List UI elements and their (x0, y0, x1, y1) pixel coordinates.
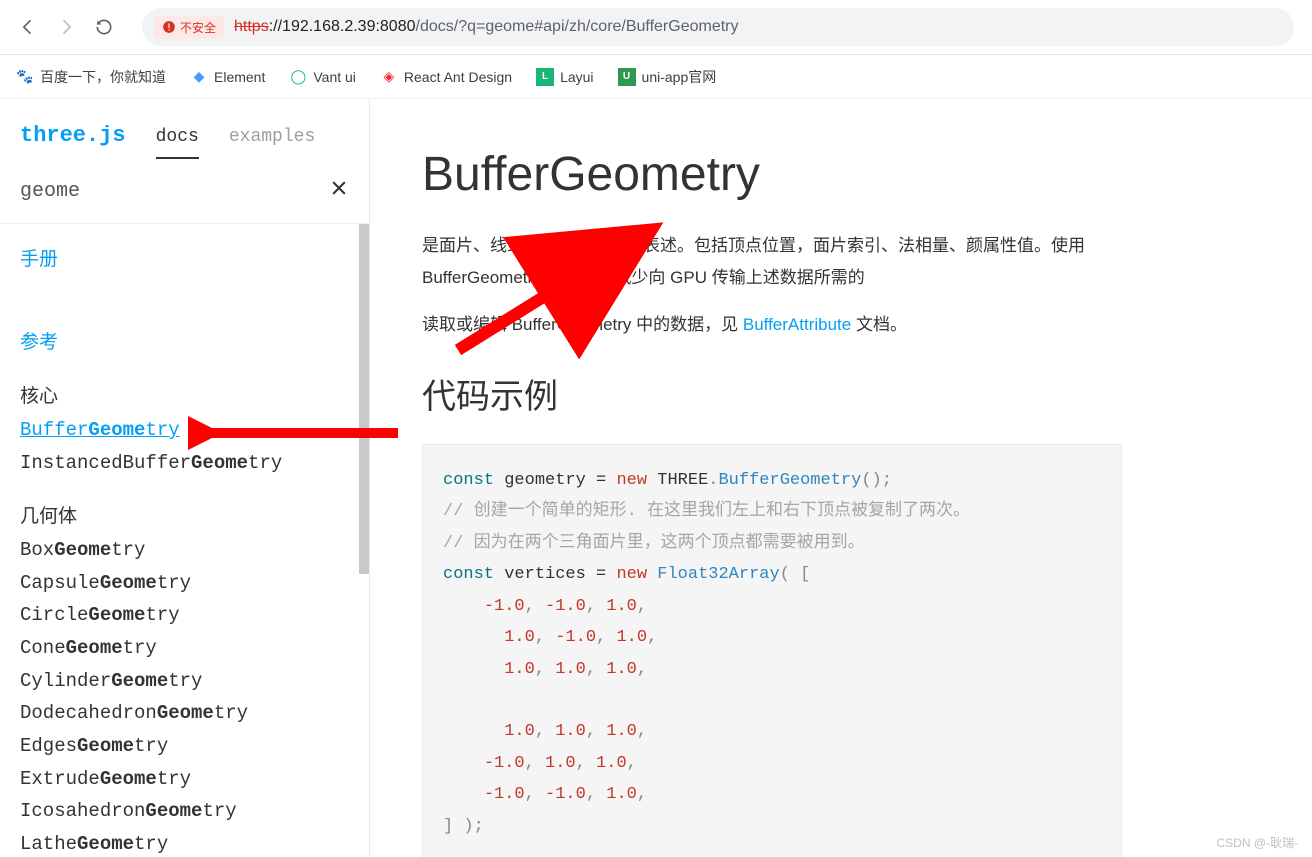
link-buffer-attribute[interactable]: BufferAttribute (743, 315, 851, 334)
description-1: 是面片、线或点几何体的有效表述。包括顶点位置，面片索引、法相量、颜属性值。使用 … (422, 230, 1122, 295)
logo-icon: U (618, 68, 636, 86)
forward-button[interactable] (56, 17, 76, 37)
url-bar[interactable]: 不安全 https://192.168.2.39:8080/docs/?q=ge… (142, 8, 1294, 46)
not-secure-chip: 不安全 (154, 16, 224, 39)
reload-button[interactable] (94, 17, 114, 37)
sidebar-item-conegeometry[interactable]: ConeGeometry (20, 632, 349, 665)
section-code-example: 代码示例 (422, 369, 1312, 418)
watermark: CSDN @-耿瑞- (1216, 834, 1298, 851)
sidebar-nav: 手册 参考 核心 BufferGeometryInstancedBufferGe… (0, 224, 369, 857)
tab-docs[interactable]: docs (156, 127, 199, 159)
scrollbar[interactable] (359, 224, 369, 574)
code-block: const geometry = new THREE.BufferGeometr… (422, 444, 1122, 857)
url-text: https://192.168.2.39:8080/docs/?q=geome#… (234, 18, 738, 36)
bookmark-element[interactable]: ◆Element (190, 68, 265, 86)
sidebar-item-cylindergeometry[interactable]: CylinderGeometry (20, 665, 349, 698)
category-core: 核心 (20, 381, 349, 414)
description-2: 读取或编辑 BufferGeometry 中的数据，见 BufferAttrib… (422, 309, 1122, 341)
back-button[interactable] (18, 17, 38, 37)
main-content: BufferGeometry 是面片、线或点几何体的有效表述。包括顶点位置，面片… (370, 99, 1312, 857)
not-secure-label: 不安全 (180, 19, 216, 36)
sidebar-item-edgesgeometry[interactable]: EdgesGeometry (20, 730, 349, 763)
clear-search-icon[interactable] (329, 177, 349, 205)
sidebar-item-boxgeometry[interactable]: BoxGeometry (20, 534, 349, 567)
logo-icon: ◆ (190, 68, 208, 86)
bookmark-uniapp[interactable]: Uuni-app官网 (618, 67, 717, 87)
logo[interactable]: three.js (20, 123, 126, 148)
browser-toolbar: 不安全 https://192.168.2.39:8080/docs/?q=ge… (0, 0, 1312, 55)
sidebar-item-capsulegeometry[interactable]: CapsuleGeometry (20, 567, 349, 600)
logo-icon: ◯ (289, 68, 307, 86)
section-reference[interactable]: 参考 (20, 327, 349, 360)
page-title: BufferGeometry (422, 147, 1312, 202)
sidebar-item-circlegeometry[interactable]: CircleGeometry (20, 599, 349, 632)
paw-icon: 🐾 (16, 68, 34, 86)
sidebar: three.js docs examples geome 手册 参考 核心 Bu… (0, 99, 370, 857)
tab-examples[interactable]: examples (229, 127, 315, 157)
logo-icon: L (536, 68, 554, 86)
sidebar-item-buffergeometry[interactable]: BufferGeometry (20, 414, 349, 447)
sidebar-item-icosahedrongeometry[interactable]: IcosahedronGeometry (20, 795, 349, 828)
sidebar-item-instancedbuffergeometry[interactable]: InstancedBufferGeometry (20, 447, 349, 480)
bookmark-layui[interactable]: LLayui (536, 68, 593, 86)
bookmarks-bar: 🐾百度一下，你就知道 ◆Element ◯Vant ui ◈React Ant … (0, 55, 1312, 99)
search-input[interactable]: geome (20, 180, 80, 203)
bookmark-react-ant[interactable]: ◈React Ant Design (380, 68, 512, 86)
section-manual[interactable]: 手册 (20, 244, 349, 277)
sidebar-item-dodecahedrongeometry[interactable]: DodecahedronGeometry (20, 697, 349, 730)
logo-icon: ◈ (380, 68, 398, 86)
category-geometries: 几何体 (20, 501, 349, 534)
bookmark-baidu[interactable]: 🐾百度一下，你就知道 (16, 67, 166, 87)
sidebar-item-extrudegeometry[interactable]: ExtrudeGeometry (20, 763, 349, 796)
bookmark-vant[interactable]: ◯Vant ui (289, 68, 356, 86)
warning-icon (162, 20, 176, 34)
sidebar-item-lathegeometry[interactable]: LatheGeometry (20, 828, 349, 857)
